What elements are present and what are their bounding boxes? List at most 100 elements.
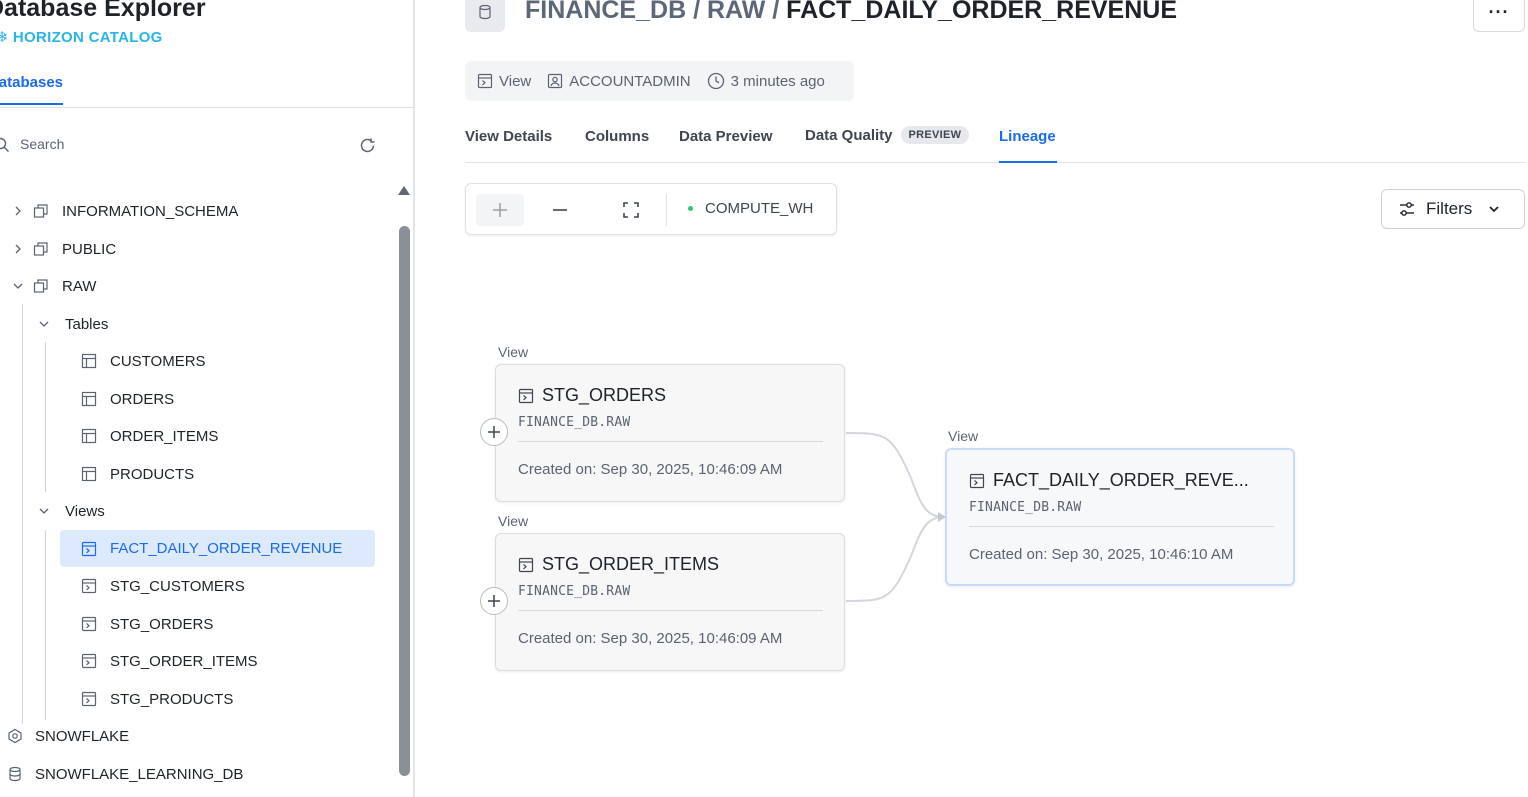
tree-group-tables[interactable]: Tables bbox=[36, 309, 108, 339]
scroll-up-arrow-icon[interactable] bbox=[398, 186, 410, 195]
zoom-out-button[interactable] bbox=[536, 194, 584, 226]
breadcrumb: FINANCE_DB / RAW / FACT_DAILY_ORDER_REVE… bbox=[525, 0, 1177, 25]
chevron-down-icon[interactable] bbox=[36, 503, 52, 519]
tree-item-label: STG_ORDER_ITEMS bbox=[110, 652, 258, 670]
database-icon bbox=[6, 765, 24, 783]
node-created: Created on: Sep 30, 2025, 10:46:10 AM bbox=[969, 546, 1234, 563]
meta-owner: ACCOUNTADMIN bbox=[547, 73, 691, 90]
node-name: STG_ORDERS bbox=[542, 385, 667, 405]
tab-lineage[interactable]: Lineage bbox=[999, 128, 1057, 163]
page-title: FACT_DAILY_ORDER_REVENUE bbox=[786, 0, 1178, 24]
tree-item-database[interactable]: SNOWFLAKE_LEARNING_DB bbox=[6, 759, 243, 789]
database-icon bbox=[465, 0, 505, 32]
expand-upstream-button[interactable] bbox=[480, 418, 508, 446]
tab-view-details[interactable]: View Details bbox=[465, 128, 552, 163]
snowflake-db-icon bbox=[6, 727, 24, 745]
view-icon bbox=[518, 557, 534, 572]
node-title: STG_ORDER_ITEMS bbox=[518, 554, 719, 575]
tree-item-label: CUSTOMERS bbox=[110, 352, 206, 370]
more-options-button[interactable]: ··· bbox=[1473, 0, 1525, 32]
table-icon bbox=[80, 465, 98, 483]
node-divider bbox=[518, 610, 823, 611]
view-icon bbox=[80, 577, 98, 595]
tree-item-table[interactable]: ORDER_ITEMS bbox=[80, 421, 218, 451]
meta-updated-label: 3 minutes ago bbox=[730, 72, 825, 90]
tree-group-views[interactable]: Views bbox=[36, 496, 105, 526]
warehouse-selector[interactable]: COMPUTE_WH bbox=[688, 200, 813, 217]
minus-icon bbox=[553, 209, 567, 211]
filters-label: Filters bbox=[1426, 199, 1473, 218]
tree-item-view-selected[interactable]: FACT_DAILY_ORDER_REVENUE bbox=[60, 530, 375, 567]
view-icon bbox=[969, 473, 985, 488]
node-created: Created on: Sep 30, 2025, 10:46:09 AM bbox=[518, 630, 783, 647]
tree-group-label: Tables bbox=[65, 315, 109, 333]
tree-item-view[interactable]: STG_ORDERS bbox=[80, 609, 213, 639]
meta-type: View bbox=[477, 73, 531, 90]
chevron-right-icon[interactable] bbox=[10, 203, 26, 219]
tree-item-view[interactable]: STG_ORDER_ITEMS bbox=[80, 646, 258, 676]
view-icon bbox=[80, 615, 98, 633]
lineage-node-stg-order-items[interactable]: STG_ORDER_ITEMS FINANCE_DB.RAW Created o… bbox=[480, 533, 845, 671]
tab-columns[interactable]: Columns bbox=[585, 128, 649, 163]
tree-item-label: STG_ORDERS bbox=[110, 615, 214, 633]
table-icon bbox=[80, 352, 98, 370]
tree-item-label: ORDERS bbox=[110, 390, 175, 408]
view-icon bbox=[477, 73, 493, 89]
more-icon: ··· bbox=[1488, 1, 1510, 22]
node-kind-label: View bbox=[498, 513, 529, 529]
table-icon bbox=[80, 390, 98, 408]
app-title: Database Explorer bbox=[0, 0, 206, 22]
search-icon bbox=[0, 137, 9, 152]
chevron-down-icon[interactable] bbox=[10, 278, 26, 294]
tree-item-raw[interactable]: RAW bbox=[10, 271, 96, 301]
plus-icon bbox=[493, 203, 507, 217]
main-panel: FINANCE_DB / RAW / FACT_DAILY_ORDER_REVE… bbox=[416, 0, 1528, 797]
tree-item-view[interactable]: STG_PRODUCTS bbox=[80, 684, 233, 714]
node-kind-label: View bbox=[498, 344, 529, 360]
refresh-icon[interactable] bbox=[358, 136, 378, 156]
plus-icon bbox=[488, 595, 500, 607]
schema-icon bbox=[32, 202, 50, 220]
breadcrumb-separator: / bbox=[693, 0, 701, 24]
tree-item-table[interactable]: PRODUCTS bbox=[80, 459, 194, 489]
meta-updated: 3 minutes ago bbox=[707, 72, 825, 90]
chevron-down-icon[interactable] bbox=[36, 316, 52, 332]
tree-item-label: SNOWFLAKE bbox=[35, 727, 130, 745]
tree-item-database[interactable]: SNOWFLAKE bbox=[6, 721, 129, 751]
zoom-in-button[interactable] bbox=[476, 194, 524, 226]
lineage-node-stg-orders[interactable]: STG_ORDERS FINANCE_DB.RAW Created on: Se… bbox=[480, 364, 845, 502]
tree-item-public[interactable]: PUBLIC bbox=[10, 234, 116, 264]
lineage-node-fact-daily-order-revenue[interactable]: FACT_DAILY_ORDER_REVE... FINANCE_DB.RAW … bbox=[945, 448, 1295, 586]
tree-item-label: STG_CUSTOMERS bbox=[110, 577, 245, 595]
breadcrumb-database[interactable]: FINANCE_DB bbox=[525, 0, 686, 24]
chevron-right-icon[interactable] bbox=[10, 241, 26, 257]
sidebar-scrollbar[interactable] bbox=[399, 226, 410, 776]
node-schema: FINANCE_DB.RAW bbox=[518, 584, 631, 599]
tab-databases[interactable]: Databases bbox=[0, 74, 63, 105]
node-kind-label: View bbox=[948, 428, 979, 444]
tab-data-quality[interactable]: Data Quality PREVIEW bbox=[805, 126, 970, 161]
node-title: STG_ORDERS bbox=[518, 385, 666, 406]
tree-guide bbox=[45, 342, 46, 492]
filters-button[interactable]: Filters bbox=[1381, 189, 1525, 229]
breadcrumb-schema[interactable]: RAW bbox=[707, 0, 765, 24]
tree-item-view[interactable]: STG_CUSTOMERS bbox=[80, 571, 245, 601]
clock-icon bbox=[707, 72, 724, 90]
toolbar-divider bbox=[666, 194, 667, 226]
view-icon bbox=[80, 690, 98, 708]
table-icon bbox=[80, 427, 98, 445]
tab-data-preview[interactable]: Data Preview bbox=[679, 128, 772, 163]
tree-item-table[interactable]: ORDERS bbox=[80, 384, 174, 414]
search-input[interactable] bbox=[20, 136, 320, 152]
tree-item-table[interactable]: CUSTOMERS bbox=[80, 346, 206, 376]
tree-guide bbox=[45, 530, 46, 720]
expand-upstream-button[interactable] bbox=[480, 587, 508, 615]
sidebar: Database Explorer ❄ HORIZON CATALOG Data… bbox=[0, 0, 415, 797]
tree-item-information-schema[interactable]: INFORMATION_SCHEMA bbox=[10, 196, 238, 226]
filter-sliders-icon bbox=[1400, 202, 1414, 216]
fullscreen-icon bbox=[623, 202, 639, 218]
fit-view-button[interactable] bbox=[607, 194, 655, 226]
view-icon bbox=[80, 540, 98, 558]
meta-type-label: View bbox=[499, 72, 532, 90]
node-title: FACT_DAILY_ORDER_REVE... bbox=[969, 470, 1249, 491]
